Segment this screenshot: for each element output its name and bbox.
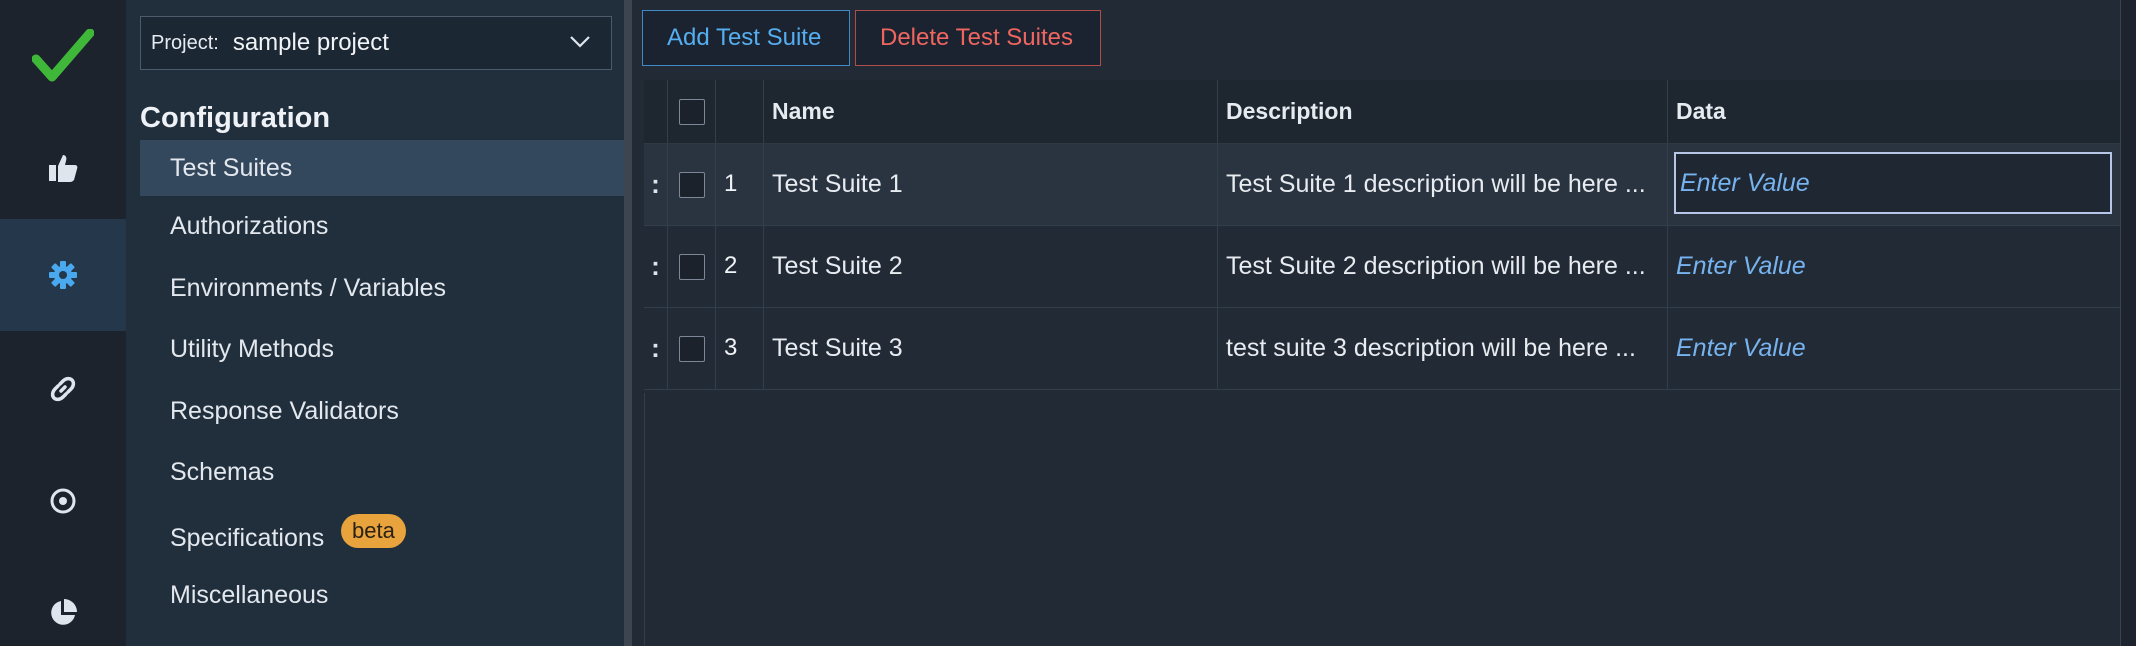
data-cell[interactable]: Enter Value: [1668, 308, 2120, 389]
table-row[interactable]: : 3 Test Suite 3 test suite 3 descriptio…: [644, 308, 2120, 390]
sidebar-item-label: Authorizations: [170, 212, 329, 241]
target-icon: [48, 486, 78, 516]
select-all-cell: [668, 80, 716, 143]
project-selector[interactable]: Project: sample project: [140, 16, 612, 70]
sidebar-item-label: Utility Methods: [170, 335, 334, 364]
test-suite-name[interactable]: Test Suite 2: [764, 226, 1218, 307]
column-header-data[interactable]: Data: [1668, 80, 2120, 143]
thumbs-up-icon: [48, 153, 78, 183]
row-number: 1: [716, 144, 764, 225]
link-icon: [48, 374, 78, 404]
sidebar-item-label: Specifications: [170, 523, 325, 552]
sidebar-item-label: Schemas: [170, 458, 275, 487]
sidebar-item-label: Environments / Variables: [170, 273, 447, 302]
test-suite-description[interactable]: Test Suite 1 description will be here ..…: [1218, 144, 1668, 225]
sidebar-item-label: Test Suites: [170, 153, 293, 182]
section-title: Configuration: [140, 102, 331, 134]
select-all-checkbox[interactable]: [678, 98, 705, 125]
project-value: sample project: [232, 29, 389, 56]
test-suite-description[interactable]: Test Suite 2 description will be here ..…: [1218, 226, 1668, 307]
data-placeholder: Enter Value: [1680, 168, 1810, 197]
test-suite-name[interactable]: Test Suite 1: [764, 144, 1218, 225]
row-number: 2: [716, 226, 764, 307]
drag-handle[interactable]: :: [644, 144, 668, 225]
sidebar-item-environments-variables[interactable]: Environments / Variables: [140, 258, 624, 320]
data-placeholder: Enter Value: [1676, 252, 1806, 280]
data-cell[interactable]: Enter Value: [1668, 226, 2120, 307]
table-header-row: Name Description Data: [644, 80, 2120, 144]
data-cell: Enter Value: [1668, 144, 2120, 225]
app-window: Project: sample project Configuration Te…: [0, 0, 2136, 646]
row-number: 3: [716, 308, 764, 389]
sidebar-item-specifications[interactable]: Specifications beta: [140, 504, 624, 566]
row-select-cell: [668, 308, 716, 389]
rail-item-links[interactable]: [0, 333, 126, 445]
checkmark-logo-icon: [32, 29, 94, 83]
row-checkbox[interactable]: [678, 335, 705, 362]
row-select-cell: [668, 226, 716, 307]
rail-item-configuration[interactable]: [0, 219, 126, 331]
sidebar-nav: Test Suites Authorizations Environments …: [140, 140, 624, 627]
test-suite-description[interactable]: test suite 3 description will be here ..…: [1218, 308, 1668, 389]
pie-chart-icon: [47, 597, 79, 629]
row-checkbox[interactable]: [678, 171, 705, 198]
sidebar-item-schemas[interactable]: Schemas: [140, 442, 624, 504]
sidebar-item-response-validators[interactable]: Response Validators: [140, 381, 624, 443]
data-value-input[interactable]: Enter Value: [1674, 152, 2112, 214]
delete-test-suites-button[interactable]: Delete Test Suites: [855, 10, 1101, 66]
rail-item-reports[interactable]: [0, 557, 126, 646]
test-suites-table: Name Description Data : 1 Test Suite 1 T…: [644, 80, 2120, 390]
drag-column-header: [644, 80, 668, 143]
configuration-sidebar: Project: sample project Configuration Te…: [126, 0, 624, 646]
icon-rail: [0, 0, 126, 646]
table-row[interactable]: : 2 Test Suite 2 Test Suite 2 descriptio…: [644, 226, 2120, 308]
column-header-name[interactable]: Name: [764, 80, 1218, 143]
gear-icon: [48, 260, 78, 290]
sidebar-item-utility-methods[interactable]: Utility Methods: [140, 319, 624, 381]
table-empty-area: [644, 393, 2120, 646]
test-suite-name[interactable]: Test Suite 3: [764, 308, 1218, 389]
beta-badge: beta: [341, 513, 406, 548]
table-row[interactable]: : 1 Test Suite 1 Test Suite 1 descriptio…: [644, 144, 2120, 226]
drag-handle[interactable]: :: [644, 226, 668, 307]
rail-item-feedback[interactable]: [0, 112, 126, 224]
panel-splitter[interactable]: [624, 0, 632, 646]
sidebar-item-label: Miscellaneous: [170, 581, 329, 610]
sidebar-item-miscellaneous[interactable]: Miscellaneous: [140, 565, 624, 627]
sidebar-item-label: Response Validators: [170, 396, 399, 425]
data-placeholder: Enter Value: [1676, 334, 1806, 362]
drag-handle[interactable]: :: [644, 308, 668, 389]
project-label: Project:: [151, 31, 219, 54]
add-test-suite-button[interactable]: Add Test Suite: [642, 10, 850, 66]
column-header-description[interactable]: Description: [1218, 80, 1668, 143]
main-panel: Add Test Suite Delete Test Suites Name D…: [632, 0, 2136, 646]
row-checkbox[interactable]: [678, 253, 705, 280]
number-column-header: [716, 80, 764, 143]
scrollbar[interactable]: [2120, 0, 2136, 646]
rail-item-home[interactable]: [0, 0, 126, 112]
row-select-cell: [668, 144, 716, 225]
sidebar-item-authorizations[interactable]: Authorizations: [140, 196, 624, 258]
chevron-down-icon[interactable]: [569, 34, 591, 55]
rail-item-runs[interactable]: [0, 445, 126, 557]
sidebar-item-test-suites[interactable]: Test Suites: [140, 140, 624, 196]
